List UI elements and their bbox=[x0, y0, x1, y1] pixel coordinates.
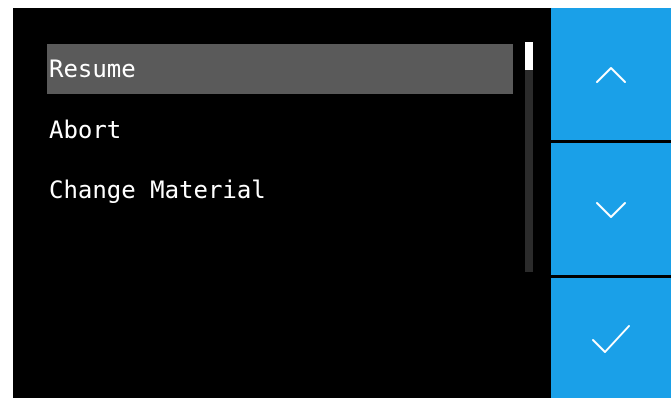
menu-panel: Resume Abort Change Material bbox=[13, 8, 551, 398]
chevron-up-icon bbox=[596, 67, 626, 83]
chevron-down-icon bbox=[596, 202, 626, 218]
scroll-down-button[interactable] bbox=[551, 143, 671, 275]
menu-item-change-material[interactable]: Change Material bbox=[47, 165, 513, 215]
confirm-button[interactable] bbox=[551, 278, 671, 398]
checkmark-icon bbox=[592, 325, 630, 353]
menu-item-abort[interactable]: Abort bbox=[47, 105, 513, 155]
menu-item-resume[interactable]: Resume bbox=[47, 44, 513, 94]
scroll-up-button[interactable] bbox=[551, 8, 671, 140]
scrollbar-thumb[interactable] bbox=[525, 42, 533, 70]
scrollbar-track[interactable] bbox=[525, 42, 533, 272]
printer-screen: Resume Abort Change Material bbox=[13, 8, 671, 398]
